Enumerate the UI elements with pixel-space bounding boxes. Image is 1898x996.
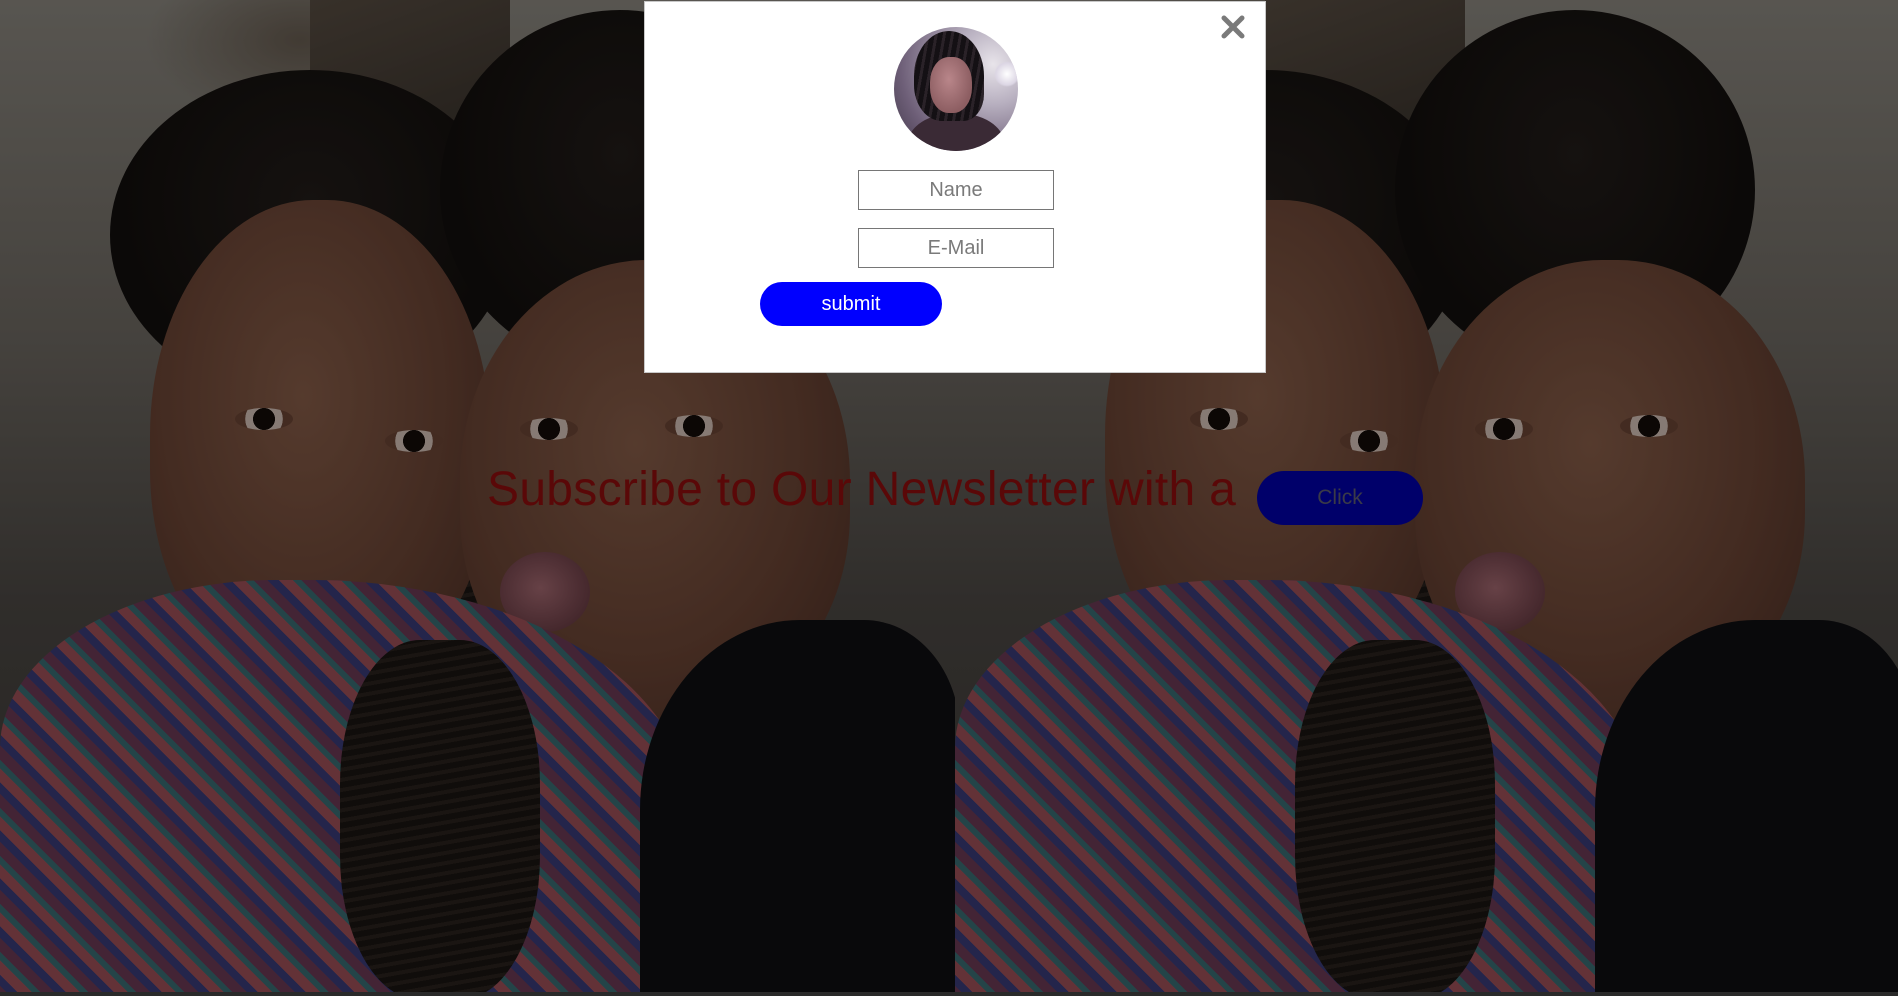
avatar (894, 27, 1018, 151)
subscribe-modal: submit (644, 1, 1266, 373)
email-field[interactable] (858, 228, 1054, 268)
newsletter-headline: Subscribe to Our Newsletter with a (487, 463, 1237, 516)
page: Subscribe to Our Newsletter with a Click… (0, 0, 1898, 996)
close-icon[interactable] (1218, 12, 1248, 42)
name-field[interactable] (858, 170, 1054, 210)
submit-button[interactable]: submit (760, 282, 942, 326)
click-button[interactable]: Click (1257, 471, 1423, 525)
